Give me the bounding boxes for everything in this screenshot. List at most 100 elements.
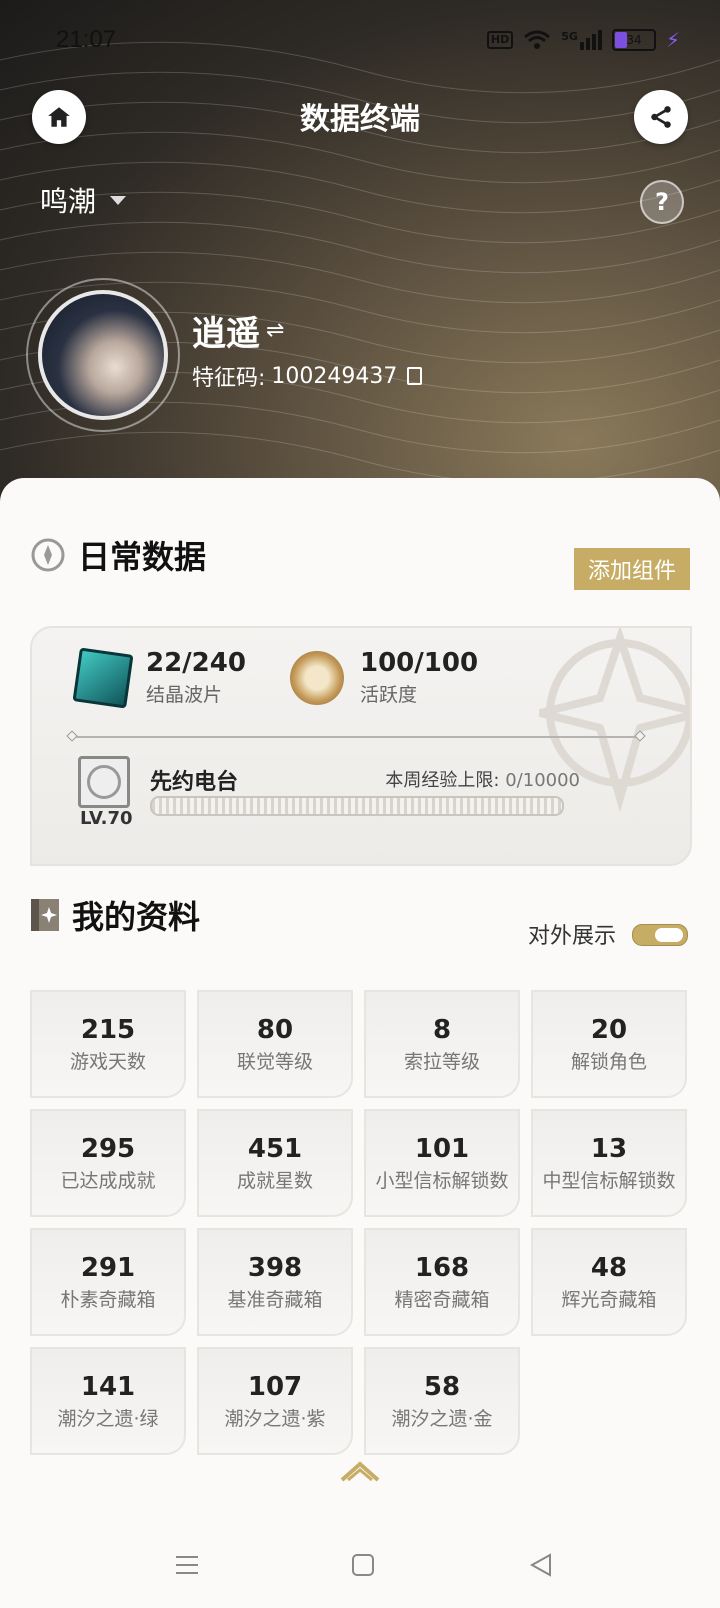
activity-icon [290,650,344,705]
daily-section-header: 日常数据 [30,532,206,578]
profile-section-header: 我的资料 [30,892,200,938]
copy-icon[interactable] [407,367,423,385]
public-display-toggle[interactable] [632,924,688,946]
profile-stat-cell[interactable]: 80 联觉等级 [197,990,353,1098]
profile-stat-label: 成就星数 [236,1169,313,1192]
profile-stat-label: 基准奇藏箱 [227,1288,323,1311]
exp-limit: 本周经验上限: 0/10000 [385,766,580,792]
game-selector[interactable]: 鸣潮 [40,180,127,220]
crystal-stat[interactable]: 22/240 结晶波片 [72,647,246,708]
profile-stat-cell[interactable]: 291 朴素奇藏箱 [30,1228,186,1336]
profile-stat-value: 20 [590,1014,628,1045]
profile-stat-value: 8 [432,1014,452,1045]
radio-title: 先约电台 [150,770,239,795]
profile-stat-value: 168 [414,1252,470,1283]
game-name: 鸣潮 [40,185,97,218]
profile-stat-label: 小型信标解锁数 [375,1169,509,1192]
divider [72,736,640,738]
profile-stat-cell[interactable]: 107 潮汐之遗·紫 [197,1347,353,1455]
battery-icon: 34 [611,29,656,51]
radio-icon [78,756,130,808]
hd-icon: HD [486,31,514,49]
exp-limit-label: 本周经验上限: [385,770,500,791]
profile-stat-label: 潮汐之遗·金 [391,1407,493,1430]
header-background [0,0,720,520]
activity-label: 活跃度 [360,684,418,706]
username-row[interactable]: 逍遥 ⇌ [192,306,284,355]
profile-stat-value: 451 [247,1133,303,1164]
profile-stat-value: 13 [590,1133,628,1164]
profile-stat-label: 潮汐之遗·紫 [224,1407,326,1430]
daily-data-card: 22/240 结晶波片 100/100 活跃度 LV.70 先约电台 本周经验上… [30,626,692,866]
profile-stat-cell[interactable]: 13 中型信标解锁数 [531,1109,687,1217]
crystal-value: 22/240 [146,648,246,678]
profile-stat-label: 辉光奇藏箱 [561,1288,657,1311]
profile-stat-value: 215 [80,1014,136,1045]
home-nav-icon[interactable] [350,1552,376,1578]
wave-pattern [0,41,720,484]
profile-stat-value: 80 [256,1014,294,1045]
profile-stat-label: 联觉等级 [236,1050,313,1073]
switch-account-icon[interactable]: ⇌ [266,318,284,343]
public-display-label: 对外展示 [528,924,617,949]
profile-stat-cell[interactable]: 451 成就星数 [197,1109,353,1217]
profile-stat-value: 101 [414,1133,470,1164]
status-time: 21:07 [56,26,117,53]
profile-stat-label: 解锁角色 [570,1050,647,1073]
profile-stat-cell[interactable]: 48 辉光奇藏箱 [531,1228,687,1336]
avatar[interactable] [26,278,180,432]
add-widget-button[interactable]: 添加组件 [574,548,690,590]
profile-stat-label: 索拉等级 [403,1050,480,1073]
profile-stat-cell[interactable]: 168 精密奇藏箱 [364,1228,520,1336]
profile-stat-label: 朴素奇藏箱 [60,1288,156,1311]
exp-progress-bar [150,796,564,816]
profile-stat-label: 精密奇藏箱 [394,1288,490,1311]
profile-stat-cell[interactable]: 20 解锁角色 [531,990,687,1098]
profile-stat-value: 141 [80,1371,136,1402]
back-icon[interactable] [528,1552,554,1578]
profile-stat-cell[interactable]: 101 小型信标解锁数 [364,1109,520,1217]
uid-label: 特征码: [192,366,266,391]
profile-stat-label: 已达成成就 [60,1169,156,1192]
profile-stat-label: 潮汐之遗·绿 [57,1407,159,1430]
wifi-icon [524,30,551,49]
uid-row: 特征码: 100249437 [192,360,423,392]
share-icon [651,106,671,128]
profile-stat-label: 游戏天数 [69,1050,146,1073]
profile-stat-cell[interactable]: 398 基准奇藏箱 [197,1228,353,1336]
share-button[interactable] [634,90,688,144]
profile-stat-value: 398 [247,1252,303,1283]
radio-level: LV.70 [80,808,133,829]
profile-stat-value: 107 [247,1371,303,1402]
profile-stats-grid: 215 游戏天数 80 联觉等级 8 索拉等级 20 解锁角色 295 已达成成就 451 成就星数 1… [30,990,690,1455]
status-bar-icons: HD 5G 34 ⚡ [486,28,680,52]
system-navigation-bar [0,1540,720,1600]
profile-stat-value: 295 [80,1133,136,1164]
profile-stat-cell[interactable]: 215 游戏天数 [30,990,186,1098]
profile-stat-label: 中型信标解锁数 [542,1169,676,1192]
charging-icon: ⚡ [665,28,680,52]
profile-stat-cell[interactable]: 295 已达成成就 [30,1109,186,1217]
profile-stat-value: 291 [80,1252,136,1283]
menu-icon[interactable] [174,1552,200,1578]
activity-stat[interactable]: 100/100 活跃度 [290,648,478,707]
profile-stat-cell[interactable]: 141 潮汐之遗·绿 [30,1347,186,1455]
profile-stat-cell[interactable]: 58 潮汐之遗·金 [364,1347,520,1455]
activity-value: 100/100 [360,648,479,678]
signal-icon: 5G [561,30,602,50]
daily-data-icon [31,538,65,572]
username: 逍遥 [192,314,260,354]
collapse-chevron-icon[interactable] [340,1458,380,1482]
profile-stat-cell[interactable]: 8 索拉等级 [364,990,520,1098]
crystal-wave-icon [72,647,134,708]
profile-stat-value: 48 [590,1252,628,1283]
avatar-image [38,290,168,420]
daily-section-title: 日常数据 [78,538,207,576]
crystal-label: 结晶波片 [146,684,223,706]
page-title: 数据终端 [300,102,420,137]
exp-limit-value: 0/10000 [505,770,580,791]
profile-stat-value: 58 [423,1371,461,1402]
uid-value: 100249437 [271,363,398,389]
dropdown-icon [110,195,127,205]
help-button[interactable]: ? [640,180,684,224]
